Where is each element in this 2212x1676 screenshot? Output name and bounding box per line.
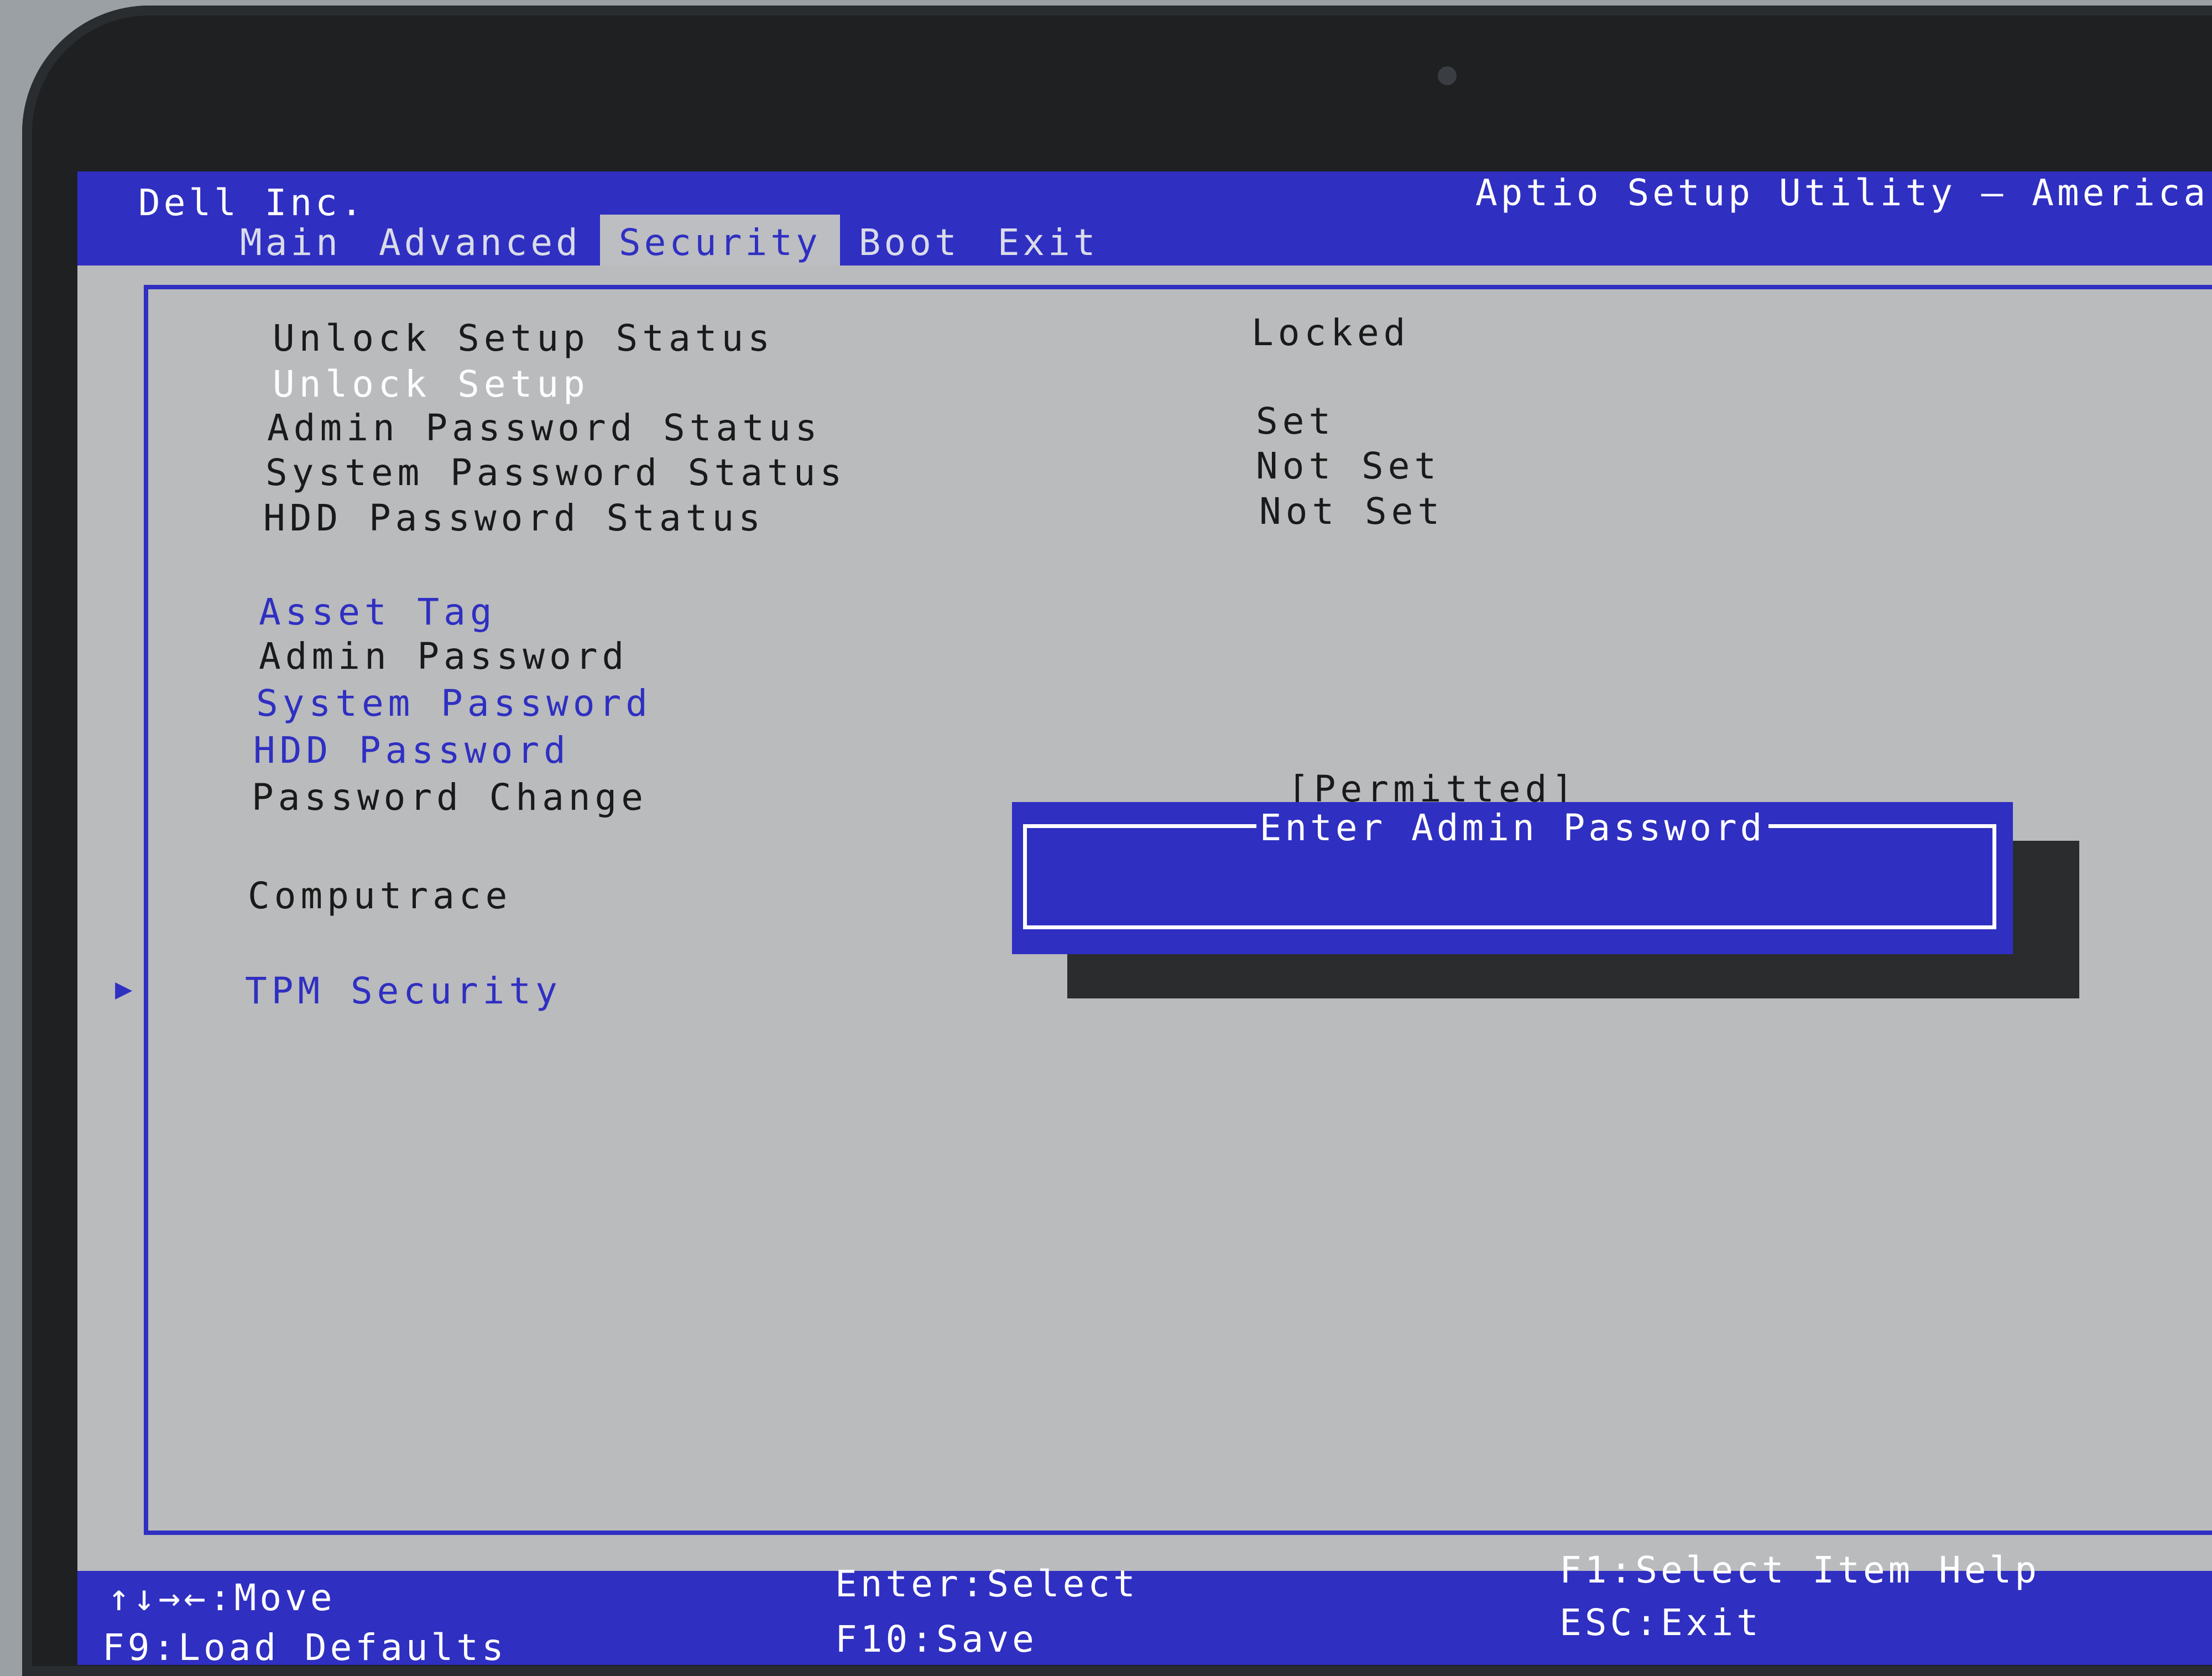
tab-bar: Main Advanced Security Boot Exit (221, 215, 1118, 266)
bios-header: Dell Inc. Aptio Setup Utility – American… (77, 171, 2212, 266)
move-hint: ↑↓→←:Move (108, 1576, 336, 1619)
enter-admin-password-dialog: Enter Admin Password (1012, 802, 2013, 954)
hdd-password-item[interactable]: HDD Password (253, 729, 570, 772)
hdd-password-status-value: Not Set (1259, 490, 1444, 533)
unlock-setup-item[interactable]: Unlock Setup (273, 363, 589, 405)
hdd-password-status-label: HDD Password Status (263, 497, 765, 539)
dialog-title-text: Enter Admin Password (1256, 806, 1769, 849)
laptop-bezel: Dell Inc. Aptio Setup Utility – American… (22, 6, 2212, 1676)
tab-main[interactable]: Main (221, 215, 360, 266)
computrace-item[interactable]: Computrace (248, 875, 512, 917)
dialog-title: Enter Admin Password (1012, 806, 2013, 849)
tab-boot[interactable]: Boot (840, 215, 979, 266)
admin-password-status-value: Set (1256, 400, 1335, 443)
exit-hint: ESC:Exit (1559, 1601, 1762, 1644)
tab-advanced[interactable]: Advanced (360, 215, 600, 266)
tpm-security-item[interactable]: TPM Security (245, 970, 562, 1012)
save-hint: F10:Save (835, 1618, 1037, 1661)
asset-tag-item[interactable]: Asset Tag (259, 591, 497, 633)
utility-title: Aptio Setup Utility – American (1475, 171, 2212, 214)
key-help-footer: ↑↓→←:Move F9:Load Defaults Enter:Select … (77, 1549, 2212, 1665)
password-change-label[interactable]: Password Change (252, 776, 648, 819)
item-help-hint: F1:Select Item Help (1559, 1549, 2040, 1591)
admin-password-item[interactable]: Admin Password (259, 635, 628, 678)
bios-screen: Dell Inc. Aptio Setup Utility – American… (77, 171, 2212, 1665)
tab-security[interactable]: Security (599, 215, 840, 266)
unlock-setup-status-label: Unlock Setup Status (273, 317, 774, 360)
unlock-setup-status-value: Locked (1251, 311, 1410, 354)
webcam-icon (1438, 66, 1457, 85)
system-password-status-value: Not Set (1256, 445, 1441, 487)
admin-password-status-label: Admin Password Status (267, 407, 822, 449)
system-password-status-label: System Password Status (265, 451, 847, 494)
submenu-arrow-icon: ▶ (115, 972, 133, 1006)
tab-exit[interactable]: Exit (979, 215, 1118, 266)
select-hint: Enter:Select (835, 1563, 1139, 1605)
system-password-item[interactable]: System Password (256, 682, 652, 725)
